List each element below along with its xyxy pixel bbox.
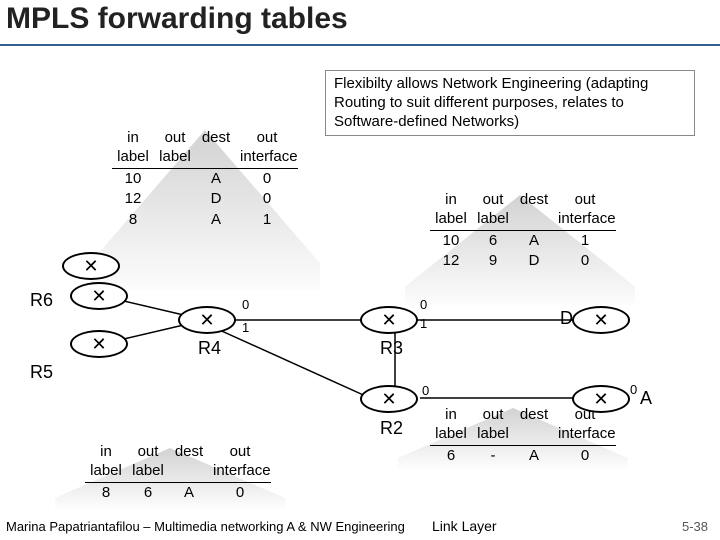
fwd-table-r2: in label out label dest out interface 6 … xyxy=(430,405,616,466)
col-hdr-dest: dest xyxy=(169,442,209,482)
iface-num: 0 xyxy=(242,297,249,312)
footer-left: Marina Papatriantafilou – Multimedia net… xyxy=(6,519,405,534)
router-icon xyxy=(178,306,236,334)
col-hdr-out: out label xyxy=(154,128,196,168)
col-hdr-dest: dest xyxy=(514,190,554,230)
router-icon xyxy=(70,330,128,358)
router-icon xyxy=(360,385,418,413)
col-hdr-dest: dest xyxy=(196,128,236,168)
col-hdr-in: in label xyxy=(85,442,127,482)
col-hdr-in: in label xyxy=(430,190,472,230)
fwd-table-r3: in label out label dest out interface 10… xyxy=(430,190,616,272)
router-label-r3: R3 xyxy=(380,338,403,359)
table-row: 8 6 A 0 xyxy=(85,483,271,504)
fwd-table-r5: in label out label dest out interface 8 … xyxy=(85,442,271,503)
iface-num: 0 xyxy=(630,382,637,397)
col-hdr-dest: dest xyxy=(514,405,554,445)
col-hdr-out: out label xyxy=(472,405,514,445)
table-row: 12 D 0 xyxy=(112,189,298,210)
table-row: 8 A 1 xyxy=(112,210,298,231)
router-icon xyxy=(62,252,120,280)
iface-num: 1 xyxy=(420,316,427,331)
router-label-r5: R5 xyxy=(30,362,53,383)
page-number: 5-38 xyxy=(682,519,708,534)
router-icon xyxy=(70,282,128,310)
router-label-r4: R4 xyxy=(198,338,221,359)
dest-label-a: A xyxy=(640,388,652,409)
col-hdr-in: in label xyxy=(112,128,154,168)
iface-num: 1 xyxy=(242,320,249,335)
table-row: 10 A 0 xyxy=(112,169,298,190)
table-row: 6 - A 0 xyxy=(430,446,616,467)
title-rule xyxy=(0,44,720,46)
fwd-table-r4: in label out label dest out interface 10… xyxy=(112,128,298,231)
callout-box: Flexibilty allows Network Engineering (a… xyxy=(325,70,695,136)
col-hdr-in: in label xyxy=(430,405,472,445)
col-hdr-out: out label xyxy=(472,190,514,230)
router-icon xyxy=(360,306,418,334)
table-row: 10 6 A 1 xyxy=(430,231,616,252)
link-layer-label: Link Layer xyxy=(432,518,497,534)
router-icon xyxy=(572,385,630,413)
router-label-r6: R6 xyxy=(30,290,53,311)
router-label-r2: R2 xyxy=(380,418,403,439)
col-hdr-out: out label xyxy=(127,442,169,482)
page-title: MPLS forwarding tables xyxy=(6,2,348,36)
dest-label-d: D xyxy=(560,308,573,329)
iface-num: 0 xyxy=(420,297,427,312)
table-row: 12 9 D 0 xyxy=(430,251,616,272)
col-hdr-if: out interface xyxy=(236,128,298,168)
col-hdr-if: out interface xyxy=(209,442,271,482)
router-icon xyxy=(572,306,630,334)
col-hdr-if: out interface xyxy=(554,190,616,230)
iface-num: 0 xyxy=(422,383,429,398)
